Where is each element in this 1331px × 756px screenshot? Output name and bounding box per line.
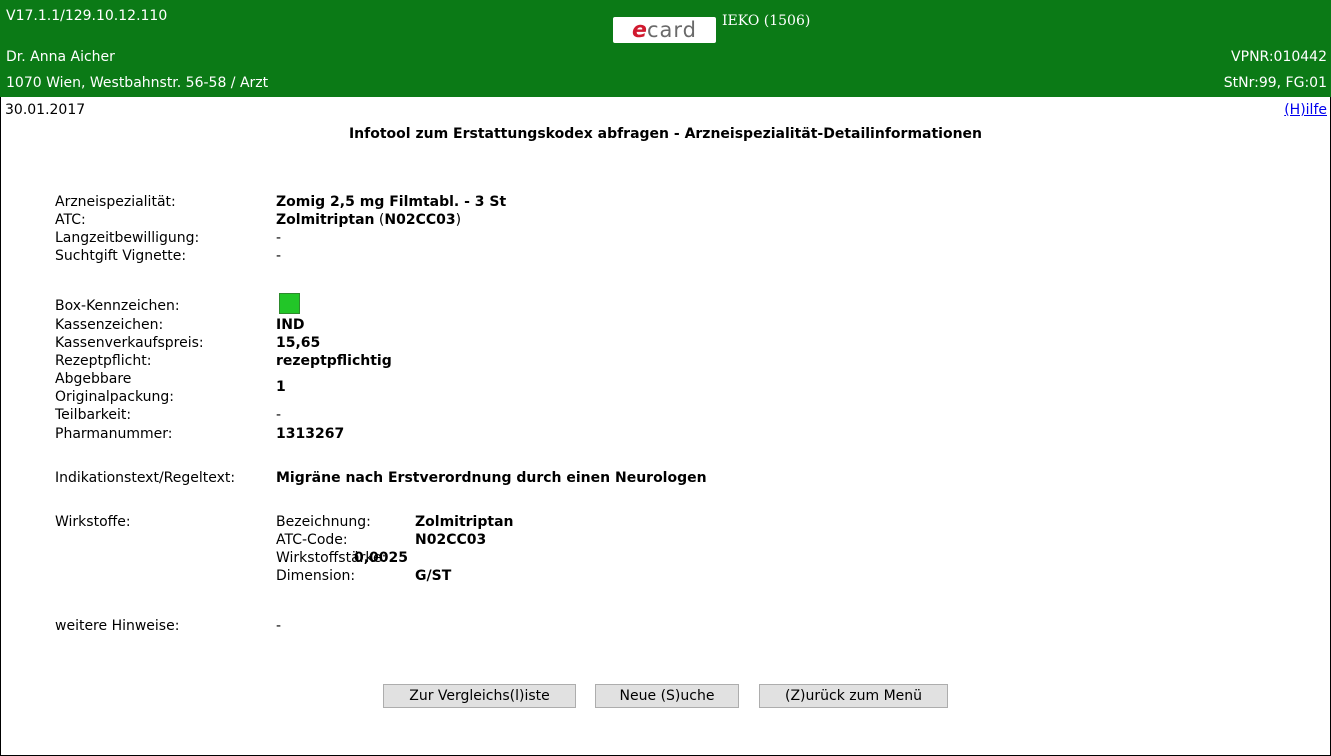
value-teilbarkeit: - bbox=[276, 407, 282, 423]
atc-name: Zolmitriptan bbox=[276, 212, 375, 228]
value-langzeitbewilligung: - bbox=[276, 230, 282, 246]
label-indikation: Indikationstext/Regeltext: bbox=[55, 470, 236, 486]
label-langzeitbewilligung: Langzeitbewilligung: bbox=[55, 230, 200, 246]
header-row-2: Dr. Anna Aicher VPNR:010442 bbox=[6, 46, 1327, 68]
label-pharmanummer: Pharmanummer: bbox=[55, 426, 173, 442]
logo-e: e bbox=[632, 17, 647, 43]
value-weitere-hinweise: - bbox=[276, 618, 282, 634]
vpnr-text: VPNR:010442 bbox=[1231, 49, 1327, 65]
ecard-logo: e card bbox=[613, 17, 716, 43]
value-kassenverkaufspreis: 15,65 bbox=[276, 335, 321, 351]
label-teilbarkeit: Teilbarkeit: bbox=[55, 407, 132, 423]
label-box-kennzeichen: Box-Kennzeichen: bbox=[55, 298, 180, 314]
label-kassenverkaufspreis: Kassenverkaufspreis: bbox=[55, 335, 204, 351]
label-originalpackung: Originalpackung: bbox=[55, 389, 174, 405]
logo-card: card bbox=[646, 18, 697, 42]
value-rezeptpflicht: rezeptpflichtig bbox=[276, 353, 392, 369]
current-date: 30.01.2017 bbox=[5, 102, 86, 118]
box-indicator bbox=[279, 293, 300, 314]
value-originalpackung: 1 bbox=[276, 379, 286, 395]
label-bezeichnung: Bezeichnung: bbox=[276, 514, 371, 530]
doctor-name: Dr. Anna Aicher bbox=[6, 49, 115, 65]
atc-code: N02CC03 bbox=[384, 212, 456, 228]
label-kassenzeichen: Kassenzeichen: bbox=[55, 317, 164, 333]
header-row-3: 1070 Wien, Westbahnstr. 56-58 / Arzt StN… bbox=[6, 72, 1327, 94]
label-atc: ATC: bbox=[55, 212, 86, 228]
value-bezeichnung: Zolmitriptan bbox=[415, 514, 514, 530]
new-search-button[interactable]: Neue (S)uche bbox=[595, 684, 739, 708]
help-link[interactable]: (H)ilfe bbox=[1284, 102, 1327, 118]
value-pharmanummer: 1313267 bbox=[276, 426, 345, 442]
value-suchtgift: - bbox=[276, 248, 282, 264]
value-atc: Zolmitriptan (N02CC03) bbox=[276, 212, 462, 228]
stnr-text: StNr:99, FG:01 bbox=[1223, 75, 1327, 91]
value-wirkstoffstaerke: 0,0025 bbox=[354, 550, 409, 566]
window-frame bbox=[0, 0, 1331, 756]
label-wirkstoffe: Wirkstoffe: bbox=[55, 514, 131, 530]
address-text: 1070 Wien, Westbahnstr. 56-58 / Arzt bbox=[6, 75, 269, 91]
value-dimension: G/ST bbox=[415, 568, 452, 584]
page-title: Infotool zum Erstattungskodex abfragen -… bbox=[348, 126, 983, 142]
compare-list-button[interactable]: Zur Vergleichs(l)iste bbox=[383, 684, 576, 708]
value-kassenzeichen: IND bbox=[276, 317, 305, 333]
label-dimension: Dimension: bbox=[276, 568, 356, 584]
label-weitere-hinweise: weitere Hinweise: bbox=[55, 618, 180, 634]
label-abgebbare: Abgebbare bbox=[55, 371, 132, 387]
label-atc-code: ATC-Code: bbox=[276, 532, 348, 548]
value-arzneispezialitaet: Zomig 2,5 mg Filmtabl. - 3 St bbox=[276, 194, 507, 210]
header-bar: V17.1.1/129.10.12.110 e card IEKO (1506) … bbox=[0, 0, 1331, 97]
label-suchtgift: Suchtgift Vignette: bbox=[55, 248, 187, 264]
label-arzneispezialitaet: Arzneispezialität: bbox=[55, 194, 176, 210]
label-rezeptpflicht: Rezeptpflicht: bbox=[55, 353, 152, 369]
ieko-label: IEKO (1506) bbox=[722, 13, 811, 29]
back-to-menu-button[interactable]: (Z)urück zum Menü bbox=[759, 684, 948, 708]
version-text: V17.1.1/129.10.12.110 bbox=[6, 8, 168, 24]
value-atc-code: N02CC03 bbox=[415, 532, 487, 548]
value-indikation: Migräne nach Erstverordnung durch einen … bbox=[276, 470, 707, 486]
